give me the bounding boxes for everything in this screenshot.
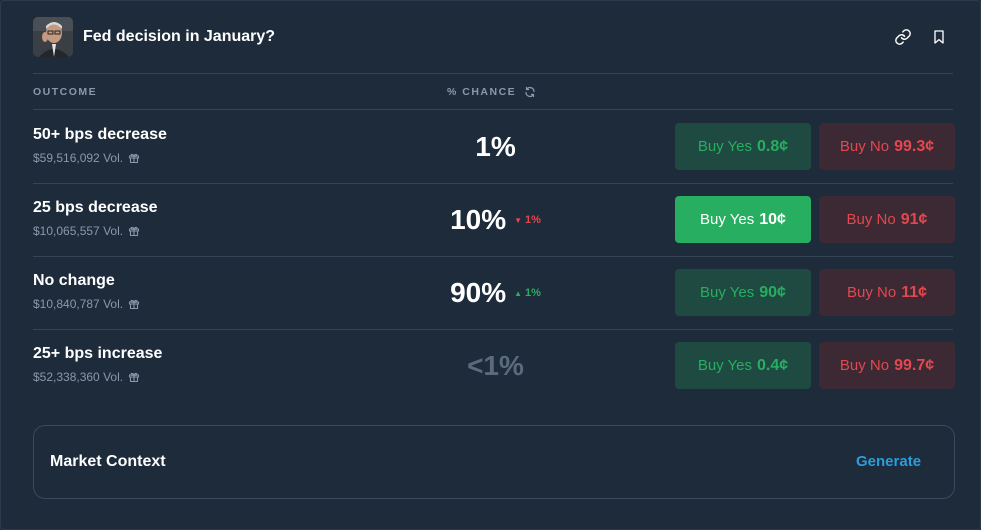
buy-yes-price: 0.4¢: [757, 356, 789, 374]
buy-no-button[interactable]: Buy No 99.3¢: [819, 123, 955, 170]
buy-no-price: 11¢: [901, 283, 927, 301]
market-context-panel: Market Context Generate: [33, 425, 955, 499]
chance-value: 1%: [475, 131, 516, 162]
buy-yes-button[interactable]: Buy Yes 0.4¢: [675, 342, 811, 389]
buy-no-button[interactable]: Buy No 91¢: [819, 196, 955, 243]
buy-yes-label: Buy Yes: [700, 211, 755, 228]
generate-button[interactable]: Generate: [856, 453, 921, 470]
outcome-chance: 10% ▼ 1%: [413, 184, 578, 256]
gift-icon[interactable]: [128, 152, 140, 164]
outcome-column-header: OUTCOME: [33, 86, 98, 98]
buy-no-price: 99.3¢: [894, 137, 935, 155]
outcome-name: No change: [33, 272, 115, 289]
outcome-row: 25 bps decrease $10,065,557 Vol. 10% ▼ 1%…: [33, 184, 955, 256]
gift-icon[interactable]: [128, 371, 140, 383]
outcome-row: 25+ bps increase $52,338,360 Vol. <1% Bu…: [33, 330, 955, 402]
market-card: Fed decision in January? OUTCOME % CHANC…: [0, 0, 981, 530]
buy-no-price: 91¢: [900, 210, 928, 228]
outcome-volume: $52,338,360 Vol.: [33, 370, 140, 384]
buy-no-button[interactable]: Buy No 11¢: [819, 269, 955, 316]
outcome-name: 25 bps decrease: [33, 199, 158, 216]
chance-delta: ▼ 1%: [514, 214, 541, 226]
chance-value: 90%: [450, 277, 507, 308]
buy-yes-label: Buy Yes: [697, 138, 753, 155]
delta-value: 1%: [525, 287, 541, 299]
gift-icon[interactable]: [128, 225, 140, 237]
chance-column-label: % CHANCE: [447, 86, 517, 98]
arrow-down-icon: ▼: [514, 215, 523, 225]
market-avatar: [33, 17, 73, 57]
volume-text: $52,338,360 Vol.: [33, 370, 124, 384]
buy-yes-button[interactable]: Buy Yes 90¢: [675, 269, 811, 316]
buy-yes-label: Buy Yes: [700, 284, 755, 301]
gift-icon[interactable]: [128, 298, 140, 310]
arrow-up-icon: ▲: [514, 288, 523, 298]
market-context-label: Market Context: [50, 453, 166, 470]
outcome-name: 50+ bps decrease: [33, 126, 167, 143]
refresh-icon[interactable]: [524, 86, 536, 98]
outcome-chance: 1%: [413, 111, 578, 183]
market-header: Fed decision in January?: [33, 17, 953, 59]
buy-yes-price: 0.8¢: [757, 137, 789, 155]
buy-yes-price: 10¢: [759, 210, 786, 228]
buy-no-label: Buy No: [846, 211, 896, 228]
outcome-row: No change $10,840,787 Vol. 90% ▲ 1% Buy Y…: [33, 257, 955, 329]
buy-yes-price: 90¢: [759, 283, 786, 301]
link-icon[interactable]: [893, 27, 913, 47]
chance-value: 10%: [450, 204, 507, 235]
column-divider: [33, 109, 953, 110]
volume-text: $10,065,557 Vol.: [33, 224, 124, 238]
buy-yes-button[interactable]: Buy Yes 0.8¢: [675, 123, 811, 170]
outcome-volume: $10,065,557 Vol.: [33, 224, 140, 238]
buy-no-label: Buy No: [846, 284, 897, 301]
outcome-volume: $59,516,092 Vol.: [33, 151, 140, 165]
buy-yes-button[interactable]: Buy Yes 10¢: [675, 196, 811, 243]
buy-no-button[interactable]: Buy No 99.7¢: [819, 342, 955, 389]
buy-no-price: 99.7¢: [894, 356, 935, 374]
volume-text: $59,516,092 Vol.: [33, 151, 124, 165]
delta-value: 1%: [525, 214, 541, 226]
buy-no-label: Buy No: [839, 138, 890, 155]
chance-value: <1%: [467, 350, 524, 381]
volume-text: $10,840,787 Vol.: [33, 297, 124, 311]
header-divider: [33, 73, 953, 74]
chance-delta: ▲ 1%: [514, 287, 541, 299]
bookmark-icon[interactable]: [929, 27, 949, 47]
buy-yes-label: Buy Yes: [697, 357, 753, 374]
buy-no-label: Buy No: [839, 357, 890, 374]
outcome-volume: $10,840,787 Vol.: [33, 297, 140, 311]
chance-column-header: % CHANCE: [447, 86, 536, 98]
outcome-chance: 90% ▲ 1%: [413, 257, 578, 329]
outcome-row: 50+ bps decrease $59,516,092 Vol. 1% Buy…: [33, 111, 955, 183]
outcome-chance: <1%: [413, 330, 578, 402]
outcome-name: 25+ bps increase: [33, 345, 163, 362]
market-title: Fed decision in January?: [83, 28, 276, 45]
